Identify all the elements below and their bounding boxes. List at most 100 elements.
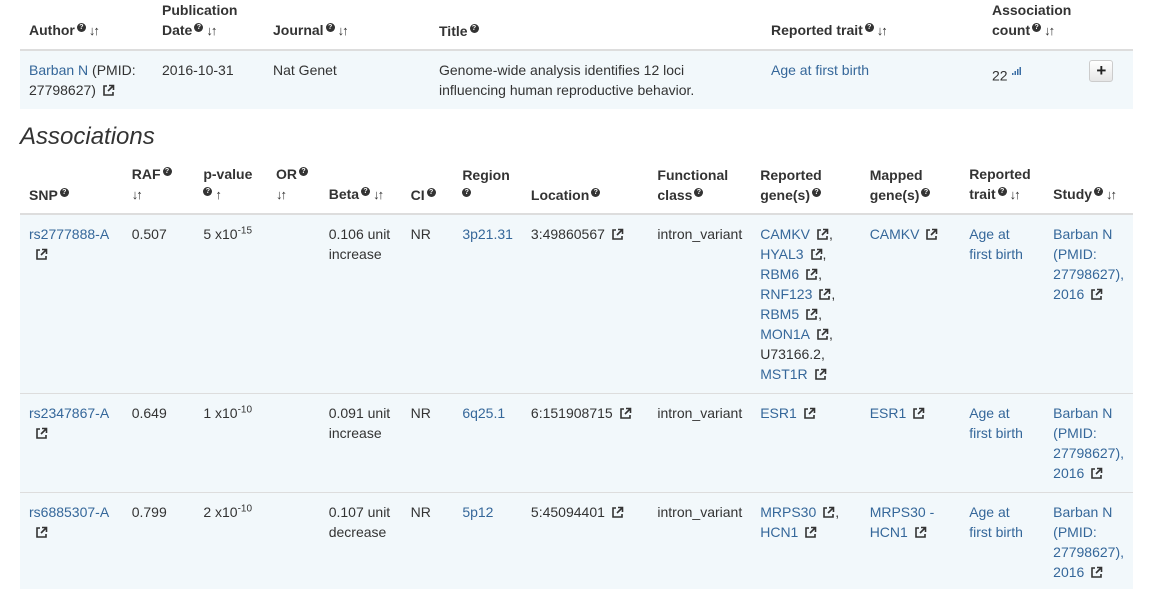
help-icon[interactable]: ? — [864, 23, 874, 33]
sort-icon[interactable]: ↓↑ — [132, 185, 143, 205]
study-link[interactable]: Barban N (PMID: 27798627), 2016 — [1053, 405, 1124, 481]
external-link-icon[interactable] — [805, 268, 818, 281]
reported-trait-link[interactable]: Age at first birth — [771, 62, 869, 78]
help-icon[interactable]: ? — [1094, 187, 1104, 197]
sort-icon[interactable]: ↓↑ — [276, 185, 287, 205]
header-reported-trait[interactable]: Reported trait? ↓↑ — [762, 0, 983, 51]
external-link-icon[interactable] — [803, 407, 816, 420]
expand-button[interactable]: + — [1089, 60, 1114, 82]
header-association-count[interactable]: Association count? ↓↑ — [983, 0, 1081, 51]
header-title[interactable]: Title? — [430, 0, 762, 51]
header-study[interactable]: Study? ↓↑ — [1044, 164, 1133, 215]
external-link-icon[interactable] — [822, 506, 835, 519]
help-icon[interactable]: ? — [591, 188, 601, 198]
header-reported-genes[interactable]: Reported gene(s)? — [751, 164, 861, 215]
reported-gene-link[interactable]: RBM5 — [760, 306, 799, 322]
mapped-gene-link[interactable]: CAMKV — [870, 226, 920, 242]
help-icon[interactable]: ? — [921, 188, 931, 198]
help-icon[interactable]: ? — [997, 187, 1007, 197]
sort-asc-icon[interactable]: ↑ — [215, 185, 221, 205]
external-link-icon[interactable] — [816, 328, 829, 341]
help-icon[interactable]: ? — [194, 23, 204, 33]
mapped-gene-link[interactable]: ESR1 — [870, 405, 907, 421]
signal-bars-icon[interactable] — [1011, 60, 1021, 80]
external-link-icon[interactable] — [814, 368, 827, 381]
reported-trait-link[interactable]: Age at first birth — [969, 405, 1023, 441]
sort-icon[interactable]: ↓↑ — [89, 21, 100, 41]
external-link-icon[interactable] — [925, 228, 938, 241]
reported-gene-link[interactable]: CAMKV — [760, 226, 810, 242]
sort-icon[interactable]: ↓↑ — [1106, 185, 1117, 205]
sort-icon[interactable]: ↓↑ — [1010, 185, 1021, 205]
help-icon[interactable]: ? — [426, 188, 436, 198]
header-raf[interactable]: RAF? ↓↑ — [122, 164, 195, 215]
external-link-icon[interactable] — [805, 308, 818, 321]
help-icon[interactable]: ? — [812, 188, 822, 198]
external-link-icon[interactable] — [1090, 467, 1103, 480]
header-publication-date[interactable]: Publication Date? ↓↑ — [153, 0, 264, 51]
external-link-icon[interactable] — [35, 248, 48, 261]
external-link-icon[interactable] — [804, 526, 817, 539]
help-icon[interactable]: ? — [298, 167, 308, 177]
header-region[interactable]: Region? — [453, 164, 522, 215]
help-icon[interactable]: ? — [694, 188, 704, 198]
external-link-icon[interactable] — [912, 407, 925, 420]
help-icon[interactable]: ? — [361, 187, 371, 197]
help-icon[interactable]: ? — [203, 187, 213, 197]
region-link[interactable]: 5p12 — [462, 504, 493, 520]
header-reported-trait[interactable]: Reported trait? ↓↑ — [960, 164, 1045, 215]
sort-icon[interactable]: ↓↑ — [338, 21, 349, 41]
reported-gene-link[interactable]: RNF123 — [760, 286, 812, 302]
external-link-icon[interactable] — [1090, 566, 1103, 579]
external-link-icon[interactable] — [35, 526, 48, 539]
external-link-icon[interactable] — [611, 506, 624, 519]
header-snp[interactable]: SNP? — [20, 164, 123, 215]
help-icon[interactable]: ? — [162, 167, 172, 177]
help-icon[interactable]: ? — [1032, 23, 1042, 33]
reported-gene-link[interactable]: MON1A — [760, 326, 810, 342]
study-link[interactable]: Barban N (PMID: 27798627), 2016 — [1053, 226, 1124, 302]
reported-gene-link[interactable]: HCN1 — [760, 524, 798, 540]
reported-gene-link[interactable]: ESR1 — [760, 405, 797, 421]
header-location[interactable]: Location? — [521, 164, 649, 215]
external-link-icon[interactable] — [816, 228, 829, 241]
header-ci[interactable]: CI? — [401, 164, 454, 215]
reported-gene-link[interactable]: MRPS30 — [760, 504, 816, 520]
header-author[interactable]: Author? ↓↑ — [20, 0, 153, 51]
header-beta[interactable]: Beta? ↓↑ — [319, 164, 402, 215]
reported-trait-link[interactable]: Age at first birth — [969, 226, 1023, 262]
external-link-icon[interactable] — [818, 288, 831, 301]
sort-icon[interactable]: ↓↑ — [373, 185, 384, 205]
sort-icon[interactable]: ↓↑ — [206, 21, 217, 41]
region-link[interactable]: 6q25.1 — [462, 405, 505, 421]
reported-gene-link[interactable]: RBM6 — [760, 266, 799, 282]
snp-link[interactable]: rs2347867-A — [29, 405, 109, 421]
header-functional-class[interactable]: Functional class? — [648, 164, 752, 215]
help-icon[interactable]: ? — [59, 188, 69, 198]
reported-trait-link[interactable]: Age at first birth — [969, 504, 1023, 540]
help-icon[interactable]: ? — [76, 23, 86, 33]
reported-gene-link[interactable]: MST1R — [760, 366, 807, 382]
sort-icon[interactable]: ↓↑ — [877, 21, 888, 41]
snp-link[interactable]: rs6885307-A — [29, 504, 109, 520]
study-link[interactable]: Barban N (PMID: 27798627), 2016 — [1053, 504, 1124, 580]
author-link[interactable]: Barban N — [29, 62, 88, 78]
header-journal[interactable]: Journal? ↓↑ — [264, 0, 430, 51]
header-or[interactable]: OR? ↓↑ — [266, 164, 320, 215]
header-pvalue[interactable]: p-value? ↑ — [194, 164, 267, 215]
help-icon[interactable]: ? — [462, 188, 472, 198]
snp-link[interactable]: rs2777888-A — [29, 226, 109, 242]
sort-icon[interactable]: ↓↑ — [1044, 21, 1055, 41]
header-mapped-genes[interactable]: Mapped gene(s)? — [860, 164, 961, 215]
external-link-icon[interactable] — [611, 228, 624, 241]
external-link-icon[interactable] — [102, 84, 115, 97]
reported-gene-link[interactable]: HYAL3 — [760, 246, 803, 262]
external-link-icon[interactable] — [1090, 288, 1103, 301]
help-icon[interactable]: ? — [325, 23, 335, 33]
external-link-icon[interactable] — [619, 407, 632, 420]
help-icon[interactable]: ? — [469, 24, 479, 34]
external-link-icon[interactable] — [810, 248, 823, 261]
external-link-icon[interactable] — [35, 427, 48, 440]
external-link-icon[interactable] — [914, 526, 927, 539]
region-link[interactable]: 3p21.31 — [462, 226, 513, 242]
